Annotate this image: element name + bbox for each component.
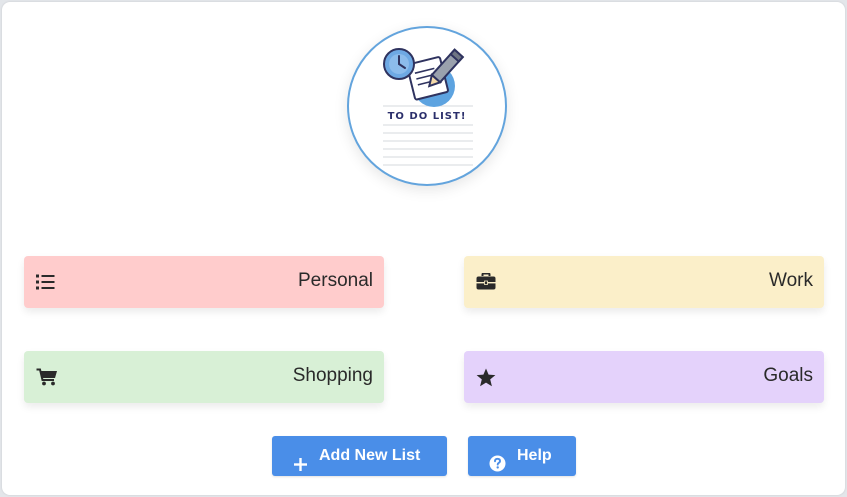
category-label: Goals bbox=[763, 365, 813, 386]
category-label: Personal bbox=[298, 270, 373, 291]
category-shopping[interactable]: Shopping bbox=[24, 351, 384, 403]
category-label: Shopping bbox=[292, 365, 373, 386]
category-goals[interactable]: Goals bbox=[464, 351, 824, 403]
todo-logo: TO DO LIST! bbox=[347, 26, 507, 186]
main-card: TO DO LIST! Personal Work Shopping Goals… bbox=[2, 2, 845, 495]
star-icon bbox=[476, 368, 496, 387]
category-work[interactable]: Work bbox=[464, 256, 824, 308]
add-new-list-label: Add New List bbox=[319, 447, 421, 464]
category-label: Work bbox=[769, 270, 813, 291]
question-circle-icon bbox=[489, 448, 506, 488]
notepad-illustration-icon bbox=[383, 48, 473, 166]
cart-icon bbox=[36, 368, 57, 386]
list-icon bbox=[36, 273, 56, 291]
logo-title: TO DO LIST! bbox=[387, 111, 467, 122]
plus-icon bbox=[293, 448, 308, 488]
category-personal[interactable]: Personal bbox=[24, 256, 384, 308]
add-new-list-button[interactable]: Add New List bbox=[272, 436, 447, 476]
briefcase-icon bbox=[476, 272, 496, 291]
help-label: Help bbox=[517, 447, 552, 464]
help-button[interactable]: Help bbox=[468, 436, 576, 476]
